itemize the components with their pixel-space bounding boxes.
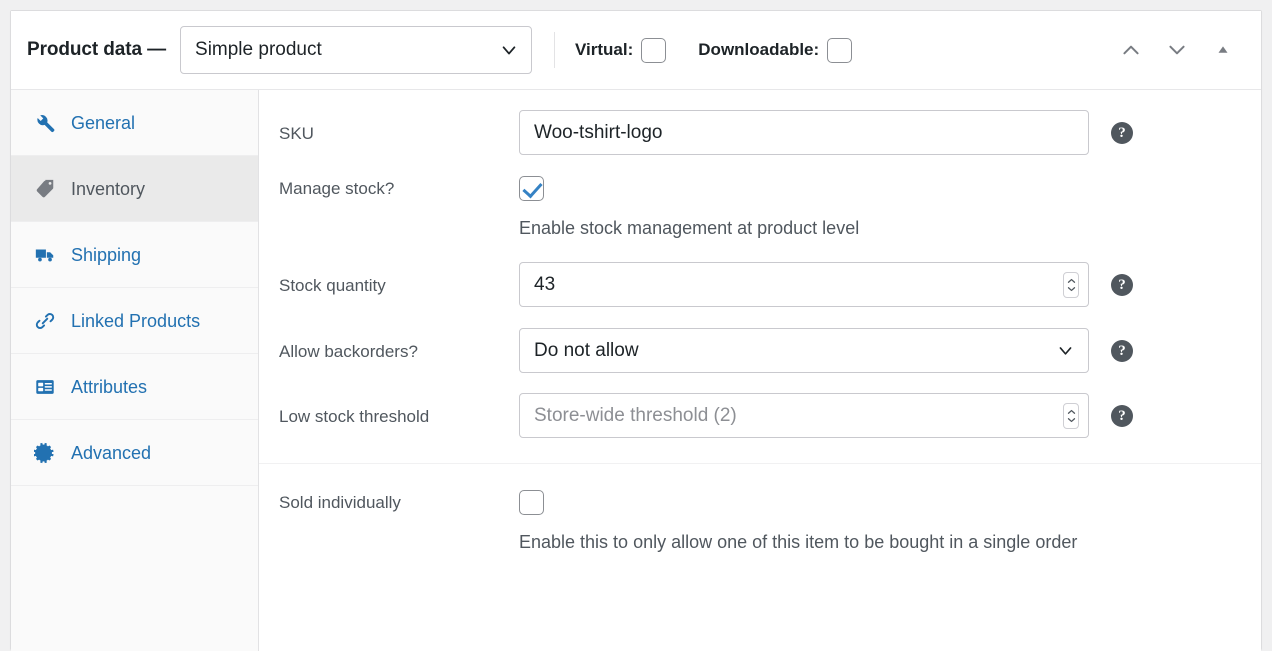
stock-quantity-stepper[interactable] [1063, 271, 1079, 298]
tab-shipping-label: Shipping [71, 244, 142, 265]
chevron-up-icon [1120, 39, 1142, 61]
product-type-select[interactable]: Simple product [180, 26, 533, 74]
tab-inventory[interactable]: Inventory [11, 156, 258, 222]
tab-linked-products-label: Linked Products [71, 310, 201, 331]
stock-quantity-input[interactable] [519, 262, 1089, 308]
product-data-tabs: General Inventory Shipping Linked Produc… [11, 90, 259, 651]
stock-quantity-input-wrap [519, 262, 1089, 308]
tag-icon [33, 177, 57, 201]
tab-advanced[interactable]: Advanced [11, 420, 258, 486]
move-up-button[interactable] [1111, 30, 1151, 70]
backorders-field: Allow backorders? Do not allow ? [259, 307, 1261, 374]
product-data-panel: Product data — Simple product Virtual: D… [10, 10, 1262, 651]
low-stock-threshold-field: Low stock threshold ? [259, 373, 1261, 439]
tab-shipping[interactable]: Shipping [11, 222, 258, 288]
tab-general[interactable]: General [11, 90, 258, 156]
downloadable-label: Downloadable: [698, 40, 820, 59]
downloadable-checkbox[interactable] [827, 37, 853, 63]
sold-individually-checkbox[interactable] [519, 490, 544, 516]
truck-icon [33, 243, 57, 267]
backorders-help-icon[interactable]: ? [1111, 340, 1133, 363]
virtual-label: Virtual: [575, 40, 634, 59]
inventory-tab-panel: SKU ? Manage stock? Enable stock managem… [259, 90, 1261, 651]
backorders-select-value[interactable]: Do not allow [519, 328, 1089, 374]
move-down-button[interactable] [1157, 30, 1197, 70]
page-title: Product data — [27, 39, 167, 60]
product-data-body: General Inventory Shipping Linked Produc… [11, 90, 1261, 651]
toggle-panel-button[interactable] [1203, 30, 1243, 70]
tab-attributes[interactable]: Attributes [11, 354, 258, 420]
chevron-down-icon [1166, 39, 1188, 61]
sku-field: SKU ? [259, 90, 1261, 155]
list-view-icon [33, 375, 57, 399]
header-divider [554, 32, 556, 68]
backorders-select[interactable]: Do not allow [519, 328, 1089, 374]
manage-stock-field: Manage stock? Enable stock management at… [259, 155, 1261, 240]
wrench-icon [33, 111, 57, 135]
manage-stock-checkbox[interactable] [519, 176, 544, 201]
triangle-up-icon [1214, 41, 1232, 59]
sku-input-wrap [519, 110, 1089, 155]
header-actions [1111, 30, 1243, 70]
low-stock-threshold-help-icon[interactable]: ? [1111, 405, 1133, 428]
stock-quantity-label: Stock quantity [279, 276, 386, 296]
virtual-checkbox[interactable] [641, 37, 667, 63]
gear-icon [33, 441, 57, 465]
tab-advanced-label: Advanced [71, 442, 152, 463]
sold-individually-description: Enable this to only allow one of this it… [519, 532, 1078, 553]
low-stock-threshold-input[interactable] [519, 393, 1089, 439]
backorders-label: Allow backorders? [279, 342, 418, 362]
stock-quantity-field: Stock quantity ? [259, 240, 1261, 308]
downloadable-field: Downloadable: [698, 37, 853, 63]
manage-stock-label: Manage stock? [279, 179, 395, 198]
low-stock-threshold-label: Low stock threshold [279, 407, 430, 427]
sku-help-icon[interactable]: ? [1111, 122, 1133, 144]
tab-inventory-label: Inventory [71, 178, 146, 199]
sku-input[interactable] [519, 110, 1089, 155]
tab-general-label: General [71, 112, 136, 133]
low-stock-threshold-input-wrap [519, 393, 1089, 439]
tab-linked-products[interactable]: Linked Products [11, 288, 258, 354]
product-type-select-value[interactable]: Simple product [180, 26, 533, 74]
stock-quantity-help-icon[interactable]: ? [1111, 274, 1133, 297]
link-icon [33, 309, 57, 333]
manage-stock-description: Enable stock management at product level [519, 218, 860, 238]
sku-label: SKU [279, 124, 314, 143]
virtual-field: Virtual: [575, 37, 667, 63]
tab-attributes-label: Attributes [71, 376, 148, 397]
sold-individually-field: Sold individually Enable this to only al… [259, 464, 1261, 554]
low-stock-threshold-stepper[interactable] [1063, 402, 1079, 429]
product-data-header: Product data — Simple product Virtual: D… [11, 11, 1261, 90]
sold-individually-label: Sold individually [279, 493, 401, 513]
